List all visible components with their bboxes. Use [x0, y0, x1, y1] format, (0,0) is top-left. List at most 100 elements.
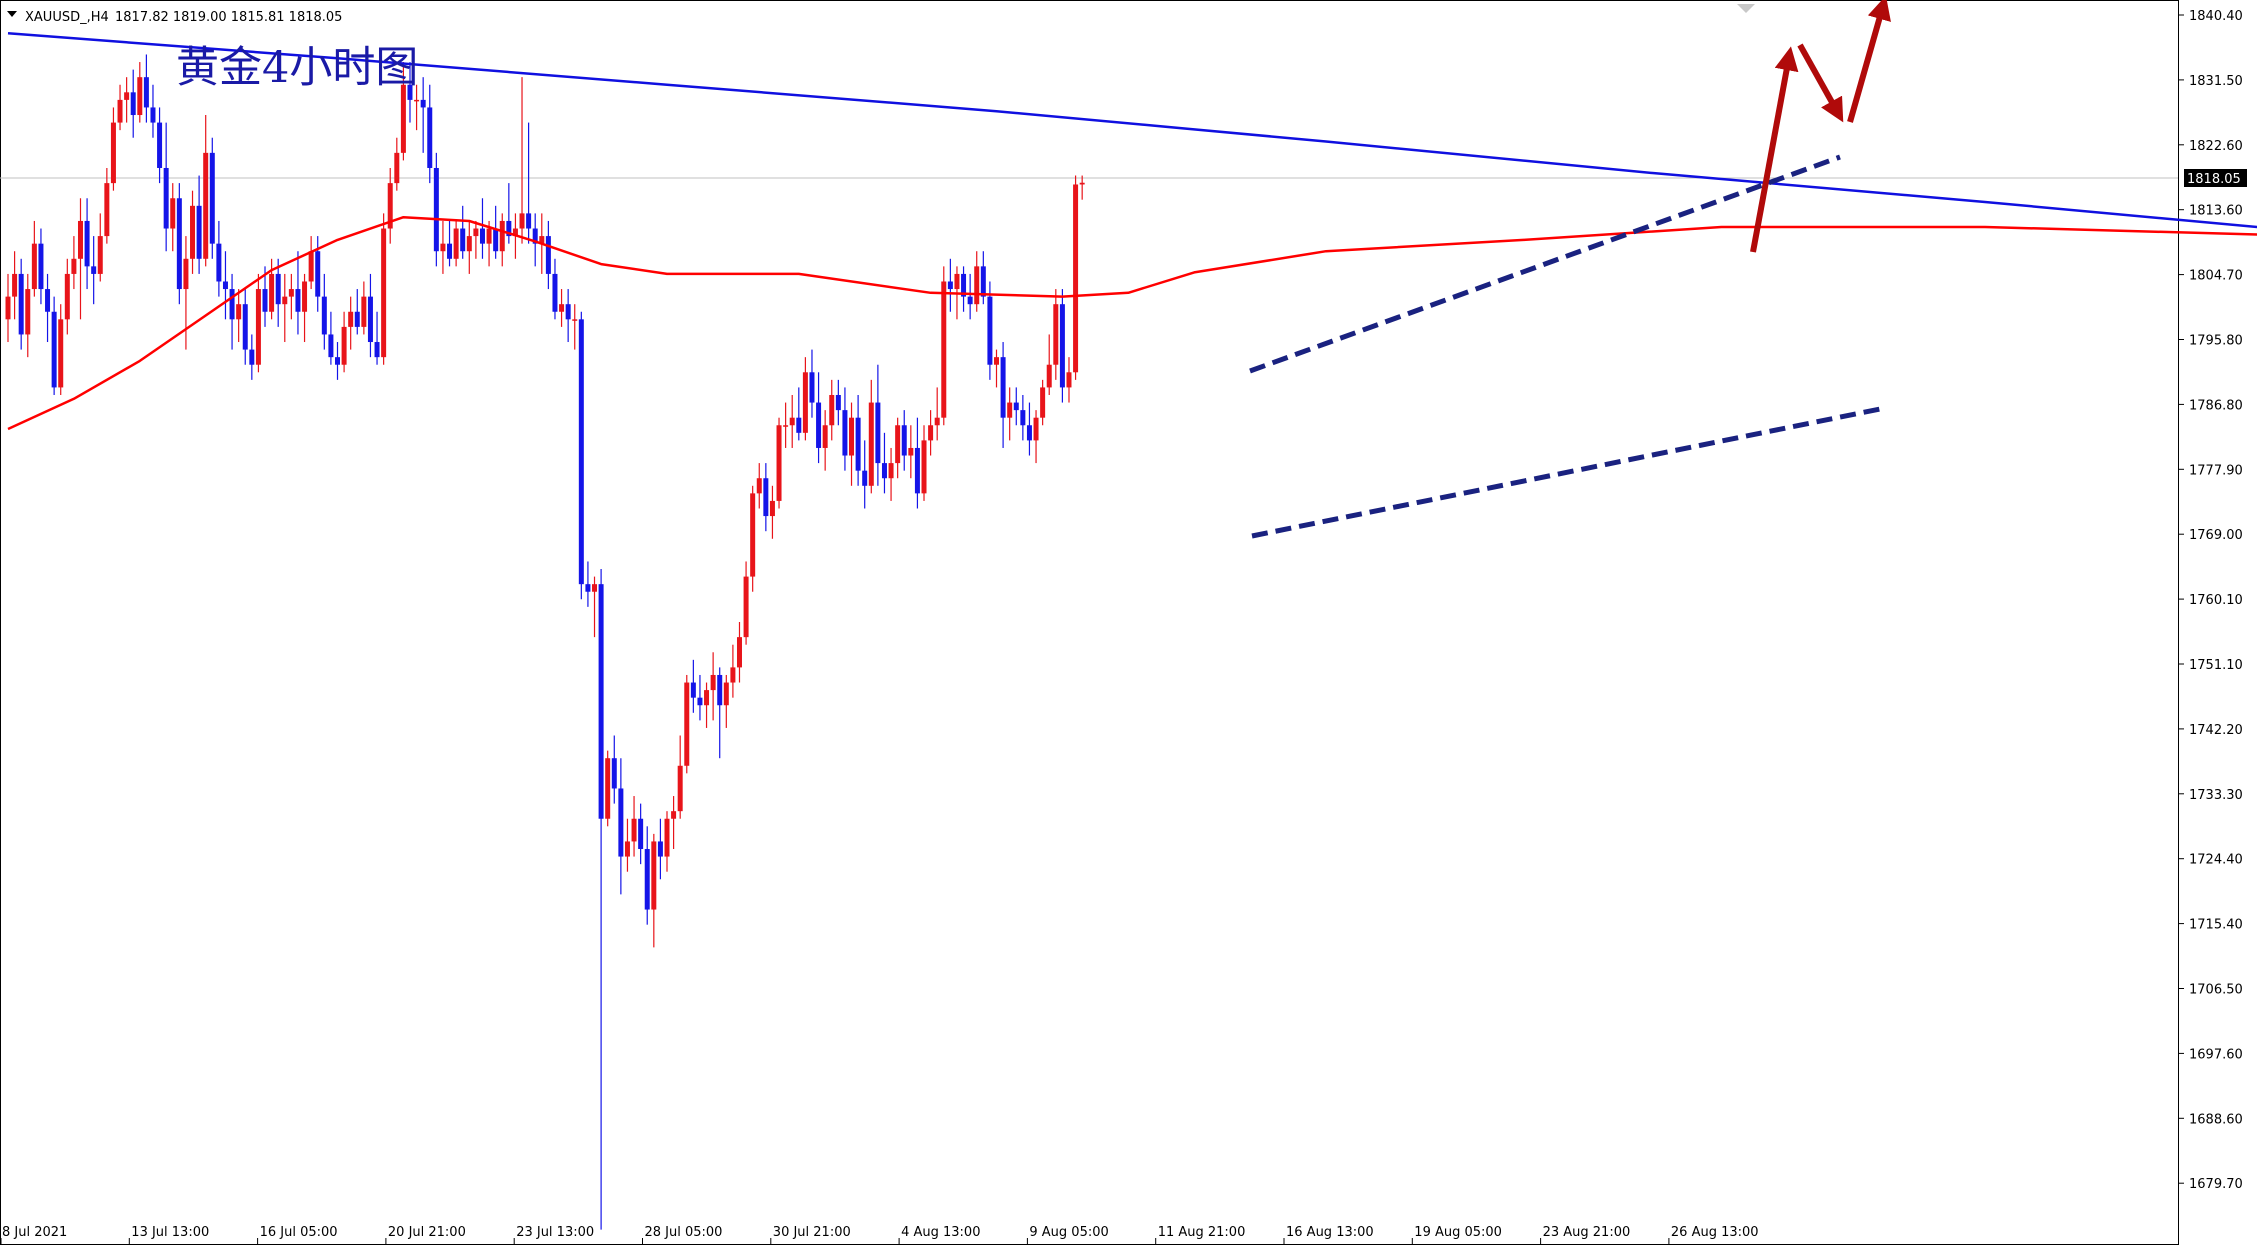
candle	[209, 137, 215, 259]
candle-body	[519, 213, 525, 229]
candle-body	[723, 682, 729, 706]
candle-body	[341, 326, 347, 365]
candle	[750, 485, 756, 592]
candle-body	[736, 637, 742, 668]
x-tick-label: 26 Aug 13:00	[1671, 1225, 1759, 1240]
candle-body	[84, 220, 90, 267]
candle-body	[789, 417, 795, 426]
candle-body	[31, 243, 37, 290]
candle-body	[928, 425, 934, 441]
candle-body	[137, 77, 143, 116]
x-tick-label: 23 Jul 13:00	[516, 1225, 594, 1240]
candle-body	[921, 440, 927, 494]
candle-body	[45, 289, 51, 312]
candle-body	[473, 228, 479, 237]
candle-body	[479, 228, 485, 244]
chart-title: 黄金4小时图	[176, 43, 418, 93]
y-tick-label: 1742.20	[2189, 723, 2243, 738]
candle-body	[980, 266, 986, 297]
candle-body	[888, 463, 894, 479]
chart: XAUUSD_,H4 1817.82 1819.00 1815.81 1818.…	[0, 0, 2257, 1245]
candle-body	[1073, 184, 1079, 373]
candle	[941, 266, 947, 426]
candle	[433, 152, 439, 267]
candle-body	[644, 849, 650, 910]
candle-body	[559, 304, 565, 312]
x-tick-label: 9 Aug 05:00	[1029, 1225, 1108, 1240]
symbol-label: XAUUSD_,H4	[25, 10, 109, 25]
candle	[381, 213, 387, 365]
candle-body	[466, 236, 472, 252]
candle-body	[361, 296, 367, 327]
candle-body	[222, 281, 228, 290]
candle-body	[1046, 364, 1052, 388]
candle-body	[862, 470, 868, 486]
y-tick-label: 1715.40	[2189, 918, 2243, 933]
candle-body	[124, 92, 130, 100]
candle-body	[374, 342, 380, 358]
candle-body	[249, 349, 255, 365]
y-tick-label: 1822.60	[2189, 139, 2243, 154]
y-tick-label: 1813.60	[2189, 204, 2243, 219]
candle-body	[631, 818, 637, 842]
candle-body	[618, 788, 624, 857]
candle-body	[229, 289, 235, 320]
candle-body	[875, 402, 881, 464]
candle-body	[381, 228, 387, 358]
candle-body	[914, 447, 920, 494]
candle	[684, 674, 690, 774]
candle-body	[697, 697, 703, 706]
candle-body	[203, 152, 209, 259]
candle-body	[1033, 417, 1039, 441]
current-price-value: 1818.05	[2187, 172, 2241, 187]
candle-body	[236, 304, 242, 320]
y-tick-label: 1795.80	[2189, 334, 2243, 349]
candle-body	[901, 425, 907, 456]
candle-body	[1026, 425, 1032, 441]
candle-body	[677, 765, 683, 812]
y-tick-label: 1840.40	[2189, 9, 2243, 24]
candle-body	[242, 304, 248, 350]
candle-body	[816, 402, 822, 448]
candle-body	[453, 228, 459, 259]
candle-body	[947, 281, 953, 290]
candle-body	[170, 198, 176, 229]
candle-body	[328, 334, 334, 358]
candle-body	[987, 296, 993, 365]
x-tick-label: 16 Aug 13:00	[1286, 1225, 1374, 1240]
candle-body	[526, 213, 532, 229]
y-tick-label: 1724.40	[2189, 853, 2243, 868]
candle-body	[572, 319, 578, 321]
candle-body	[176, 198, 182, 290]
candle-body	[835, 394, 841, 411]
candle-body	[1007, 402, 1013, 418]
candle-body	[447, 243, 453, 259]
candle-body	[58, 319, 64, 388]
x-tick-label: 30 Jul 21:00	[773, 1225, 851, 1240]
x-tick-label: 4 Aug 13:00	[901, 1225, 980, 1240]
candle-body	[12, 273, 18, 297]
candle-body	[598, 584, 604, 819]
x-tick-label: 23 Aug 21:00	[1543, 1225, 1631, 1240]
candle-body	[427, 107, 433, 168]
candle-body	[776, 425, 782, 501]
candle-body	[295, 289, 301, 312]
plot-frame	[0, 0, 2179, 1245]
candle-body	[321, 296, 327, 335]
candle-body	[796, 417, 802, 433]
candle-body	[710, 674, 716, 691]
candle-body	[77, 220, 83, 259]
candle-body	[1020, 410, 1026, 426]
candle-body	[282, 296, 288, 305]
candle-body	[97, 236, 103, 274]
candle-body	[783, 425, 789, 427]
candle-body	[71, 258, 77, 274]
candle-body	[1066, 372, 1072, 388]
y-tick-label: 1751.10	[2189, 658, 2243, 673]
candle-body	[262, 289, 268, 312]
candle-body	[18, 273, 24, 335]
y-tick-label: 1706.50	[2189, 983, 2243, 998]
candle-body	[440, 243, 446, 252]
candle-body	[157, 122, 163, 168]
y-tick-label: 1760.10	[2189, 593, 2243, 608]
